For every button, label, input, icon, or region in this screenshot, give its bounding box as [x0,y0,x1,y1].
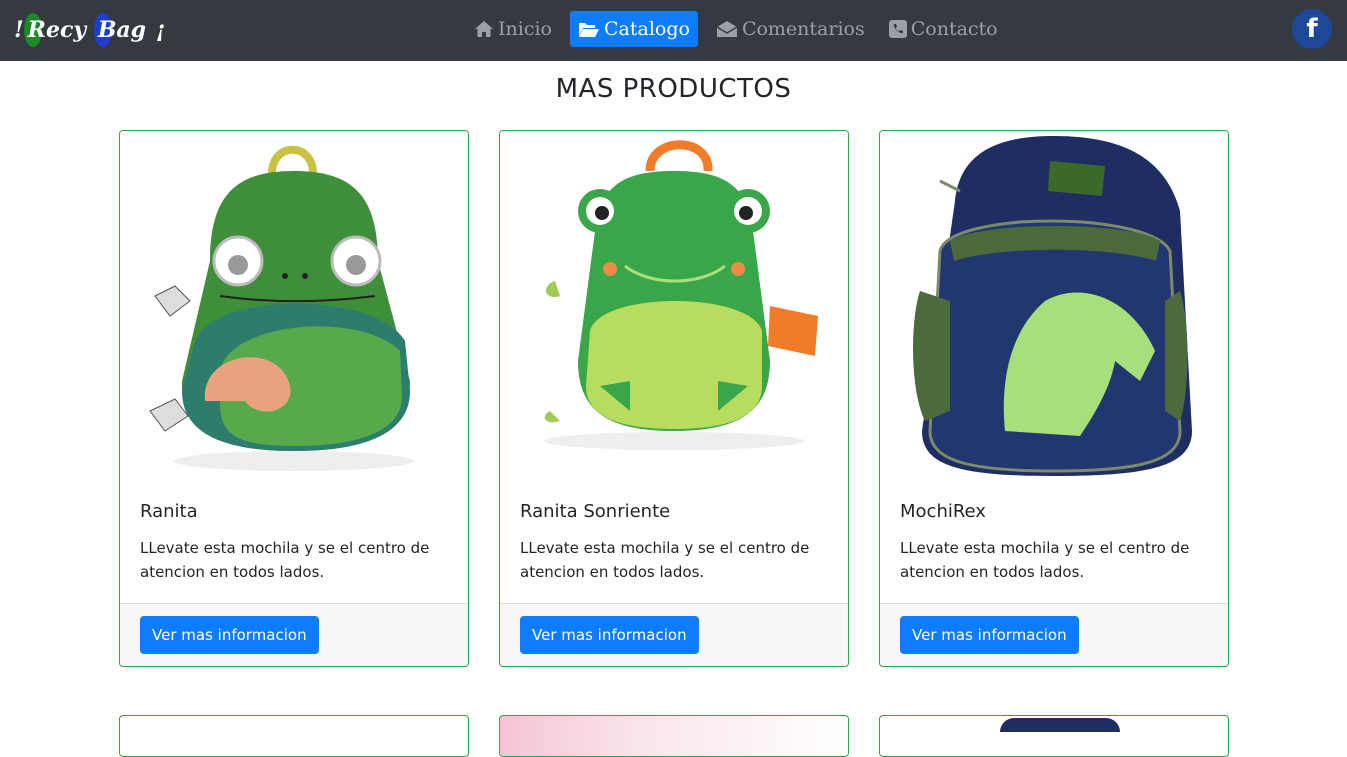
product-title: MochiRex [900,501,986,522]
product-title: Ranita Sonriente [520,501,671,522]
nav-label: Inicio [498,18,552,40]
product-card-partial [879,715,1229,757]
frog-backpack-image [500,131,848,481]
product-card: Ranita LLevate esta mochila y se el cent… [119,130,469,667]
brand-word1: Recy [23,13,87,47]
product-card-partial [499,715,849,757]
product-description: LLevate esta mochila y se el centro de a… [900,539,1190,581]
more-info-button[interactable]: Ver mas informacion [140,616,319,654]
brand-open: ! [14,17,24,43]
nav-label: Contacto [910,18,998,40]
product-card: MochiRex LLevate esta mochila y se el ce… [879,130,1229,667]
card-footer: Ver mas informacion [120,603,468,666]
envelope-open-icon [716,21,738,37]
navbar: ! Recy Bag ¡ Inicio Catalogo Comentarios… [0,0,1347,61]
nav-item-inicio[interactable]: Inicio [468,11,558,47]
card-footer: Ver mas informacion [880,603,1228,666]
product-title: Ranita [140,501,198,522]
nav-item-catalogo[interactable]: Catalogo [569,11,698,47]
product-card: Ranita Sonriente LLevate esta mochila y … [499,130,849,667]
main-nav: Inicio Catalogo Comentarios Contacto [468,11,1016,47]
facebook-icon[interactable]: f [1292,9,1332,49]
home-icon [475,21,493,37]
more-info-button[interactable]: Ver mas informacion [520,616,699,654]
nav-item-contacto[interactable]: Contacto [883,11,1004,47]
product-description: LLevate esta mochila y se el centro de a… [520,539,810,581]
brand-logo[interactable]: ! Recy Bag ¡ [14,12,167,48]
facebook-letter: f [1306,14,1318,44]
product-description: LLevate esta mochila y se el centro de a… [140,539,430,581]
dino-world-backpack-image [880,131,1228,481]
folder-open-icon [578,23,599,37]
nav-label: Comentarios [741,18,865,40]
phone-square-icon [888,20,907,38]
product-card-partial [119,715,469,757]
brand-close: ¡ [155,17,166,43]
brand-word2: Bag [93,13,147,47]
chameleon-backpack-image [120,131,468,481]
more-info-button[interactable]: Ver mas informacion [900,616,1079,654]
page-title: MAS PRODUCTOS [555,74,792,104]
card-footer: Ver mas informacion [500,603,848,666]
nav-item-comentarios[interactable]: Comentarios [710,11,871,47]
nav-label: Catalogo [603,18,690,40]
